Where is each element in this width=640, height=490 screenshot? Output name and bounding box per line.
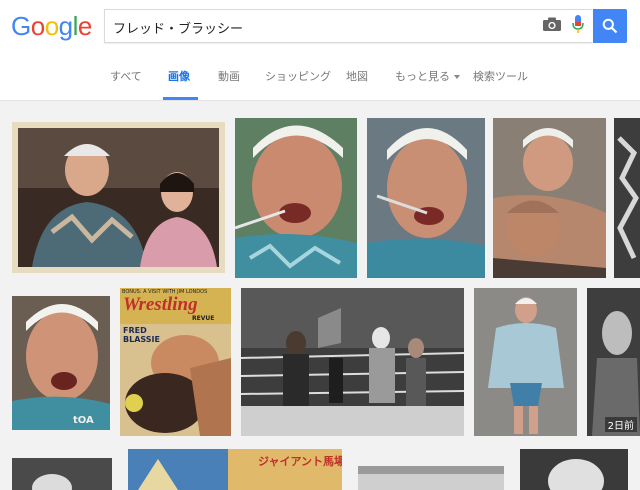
mouth-file-image — [235, 118, 357, 278]
logo-letter: e — [77, 11, 92, 41]
top-bar: Google フレッド・ブラッシー — [0, 0, 640, 52]
active-tab-indicator — [163, 97, 198, 100]
wrestling-bite-image — [493, 118, 606, 278]
magazine-title: Wrestling — [123, 294, 198, 315]
image-result[interactable]: ジャイアント馬場 — [128, 449, 342, 490]
camera-icon[interactable] — [543, 17, 561, 31]
tab-videos[interactable]: 動画 — [218, 68, 240, 84]
photo-image — [358, 466, 504, 490]
image-result[interactable]: tOA — [12, 296, 110, 430]
watermark-text: tOA — [73, 415, 94, 426]
bw-photo-image — [520, 449, 628, 490]
image-result[interactable] — [12, 458, 112, 490]
image-result[interactable] — [241, 288, 464, 436]
image-result[interactable] — [12, 122, 225, 273]
magazine-subtitle: REVUE — [192, 315, 215, 322]
nav-tabs: すべて 画像 動画 ショッピング 地図 もっと見る 検索ツール — [0, 52, 640, 101]
image-result[interactable] — [493, 118, 606, 278]
search-query: フレッド・ブラッシー — [113, 22, 244, 37]
search-button[interactable] — [593, 9, 627, 43]
couple-photo-image — [12, 122, 225, 273]
banner-text: ジャイアント馬場 — [258, 455, 342, 468]
search-input[interactable]: フレッド・ブラッシー — [104, 9, 592, 43]
tab-images[interactable]: 画像 — [168, 68, 190, 84]
image-result[interactable] — [520, 449, 628, 490]
image-result[interactable]: 2日前 — [587, 288, 640, 436]
logo-letter: o — [30, 11, 45, 41]
image-result[interactable] — [358, 466, 504, 490]
mouth-file-image — [367, 118, 485, 278]
logo-letter: o — [44, 11, 59, 41]
wrestler-robe-image — [474, 288, 577, 436]
caret-down-icon — [454, 75, 460, 79]
bw-photo-image — [587, 288, 640, 436]
bw-photo-image — [614, 118, 640, 278]
image-result[interactable] — [235, 118, 357, 278]
image-result[interactable]: BONUS: A VISIT WITH JIM LONDOS Wrestling… — [120, 288, 231, 436]
magazine-name-first: FRED — [123, 326, 147, 335]
search-icon — [602, 18, 618, 34]
mouth-file-image — [12, 296, 110, 430]
wrestling-ring-image — [241, 288, 464, 436]
bw-photo-image — [12, 458, 112, 490]
logo-letter: G — [11, 11, 31, 41]
tab-maps[interactable]: 地図 — [346, 68, 368, 84]
tab-more-label: もっと見る — [395, 70, 450, 83]
tab-more[interactable]: もっと見る — [395, 68, 460, 84]
tab-all[interactable]: すべて — [110, 68, 142, 84]
logo-letter: g — [58, 11, 73, 41]
image-result[interactable] — [367, 118, 485, 278]
image-result[interactable] — [474, 288, 577, 436]
age-label: 2日前 — [604, 417, 637, 432]
image-result[interactable] — [614, 118, 640, 278]
magazine-name-last: BLASSIE — [123, 335, 160, 344]
tab-shopping[interactable]: ショッピング — [265, 68, 331, 84]
microphone-icon[interactable] — [572, 15, 584, 35]
tab-search-tools[interactable]: 検索ツール — [473, 68, 528, 84]
google-logo[interactable]: Google — [11, 11, 92, 42]
